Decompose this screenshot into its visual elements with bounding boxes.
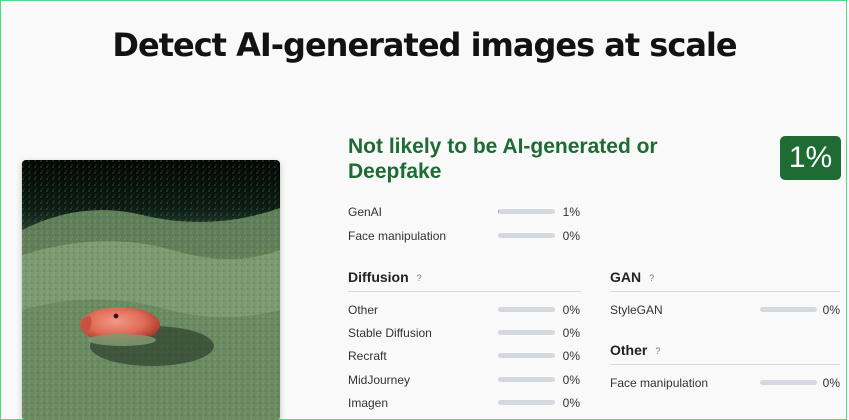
row-percent: 0% bbox=[562, 373, 580, 387]
diffusion-row-other: Other 0% bbox=[348, 302, 581, 318]
row-label: Face manipulation bbox=[610, 376, 709, 390]
score-badge: 1% bbox=[780, 136, 841, 180]
section-heading-diffusion: Diffusion? bbox=[348, 269, 422, 285]
row-percent: 0% bbox=[822, 376, 840, 390]
row-label: Stable Diffusion bbox=[348, 326, 432, 340]
diffusion-row-recraft: Recraft 0% bbox=[348, 348, 581, 364]
progress-fill bbox=[498, 209, 499, 214]
summary-row-face-manipulation: Face manipulation 0% bbox=[348, 228, 581, 244]
help-icon[interactable]: ? bbox=[649, 273, 654, 283]
row-percent: 0% bbox=[562, 303, 580, 317]
divider bbox=[610, 364, 840, 365]
progress-bar bbox=[498, 400, 555, 405]
row-label: Imagen bbox=[348, 396, 389, 410]
divider bbox=[610, 291, 840, 292]
section-title: GAN bbox=[610, 269, 642, 285]
row-label: Recraft bbox=[348, 349, 387, 363]
verdict-heading: Not likely to be AI-generated or Deepfak… bbox=[348, 135, 658, 183]
diffusion-row-imagen: Imagen 0% bbox=[348, 395, 581, 411]
diffusion-row-midjourney: MidJourney 0% bbox=[348, 372, 581, 388]
analyzed-image bbox=[22, 160, 280, 420]
row-label: StyleGAN bbox=[610, 303, 663, 317]
row-percent: 0% bbox=[562, 229, 580, 243]
row-percent: 0% bbox=[562, 396, 580, 410]
row-label: Other bbox=[348, 303, 379, 317]
section-title: Diffusion bbox=[348, 269, 409, 285]
help-icon[interactable]: ? bbox=[655, 346, 660, 356]
section-heading-gan: GAN? bbox=[610, 269, 654, 285]
help-icon[interactable]: ? bbox=[417, 273, 422, 283]
progress-bar bbox=[760, 307, 817, 312]
progress-bar bbox=[498, 307, 555, 312]
progress-bar bbox=[498, 209, 555, 214]
progress-bar bbox=[760, 380, 817, 385]
progress-bar bbox=[498, 233, 555, 238]
row-percent: 0% bbox=[562, 349, 580, 363]
section-title: Other bbox=[610, 342, 648, 358]
row-percent: 0% bbox=[562, 326, 580, 340]
page-title: Detect AI-generated images at scale bbox=[112, 26, 737, 64]
progress-bar bbox=[498, 353, 555, 358]
row-label: MidJourney bbox=[348, 373, 411, 387]
row-label: GenAI bbox=[348, 205, 383, 219]
progress-bar bbox=[498, 330, 555, 335]
gan-row-stylegan: StyleGAN 0% bbox=[610, 302, 840, 318]
row-percent: 1% bbox=[562, 205, 580, 219]
progress-bar bbox=[498, 377, 555, 382]
row-percent: 0% bbox=[822, 303, 840, 317]
other-row-face-manipulation: Face manipulation 0% bbox=[610, 375, 840, 391]
diffusion-row-stable-diffusion: Stable Diffusion 0% bbox=[348, 325, 581, 341]
section-heading-other: Other? bbox=[610, 342, 660, 358]
summary-row-genai: GenAI 1% bbox=[348, 204, 581, 220]
row-label: Face manipulation bbox=[348, 229, 447, 243]
divider bbox=[348, 291, 581, 292]
